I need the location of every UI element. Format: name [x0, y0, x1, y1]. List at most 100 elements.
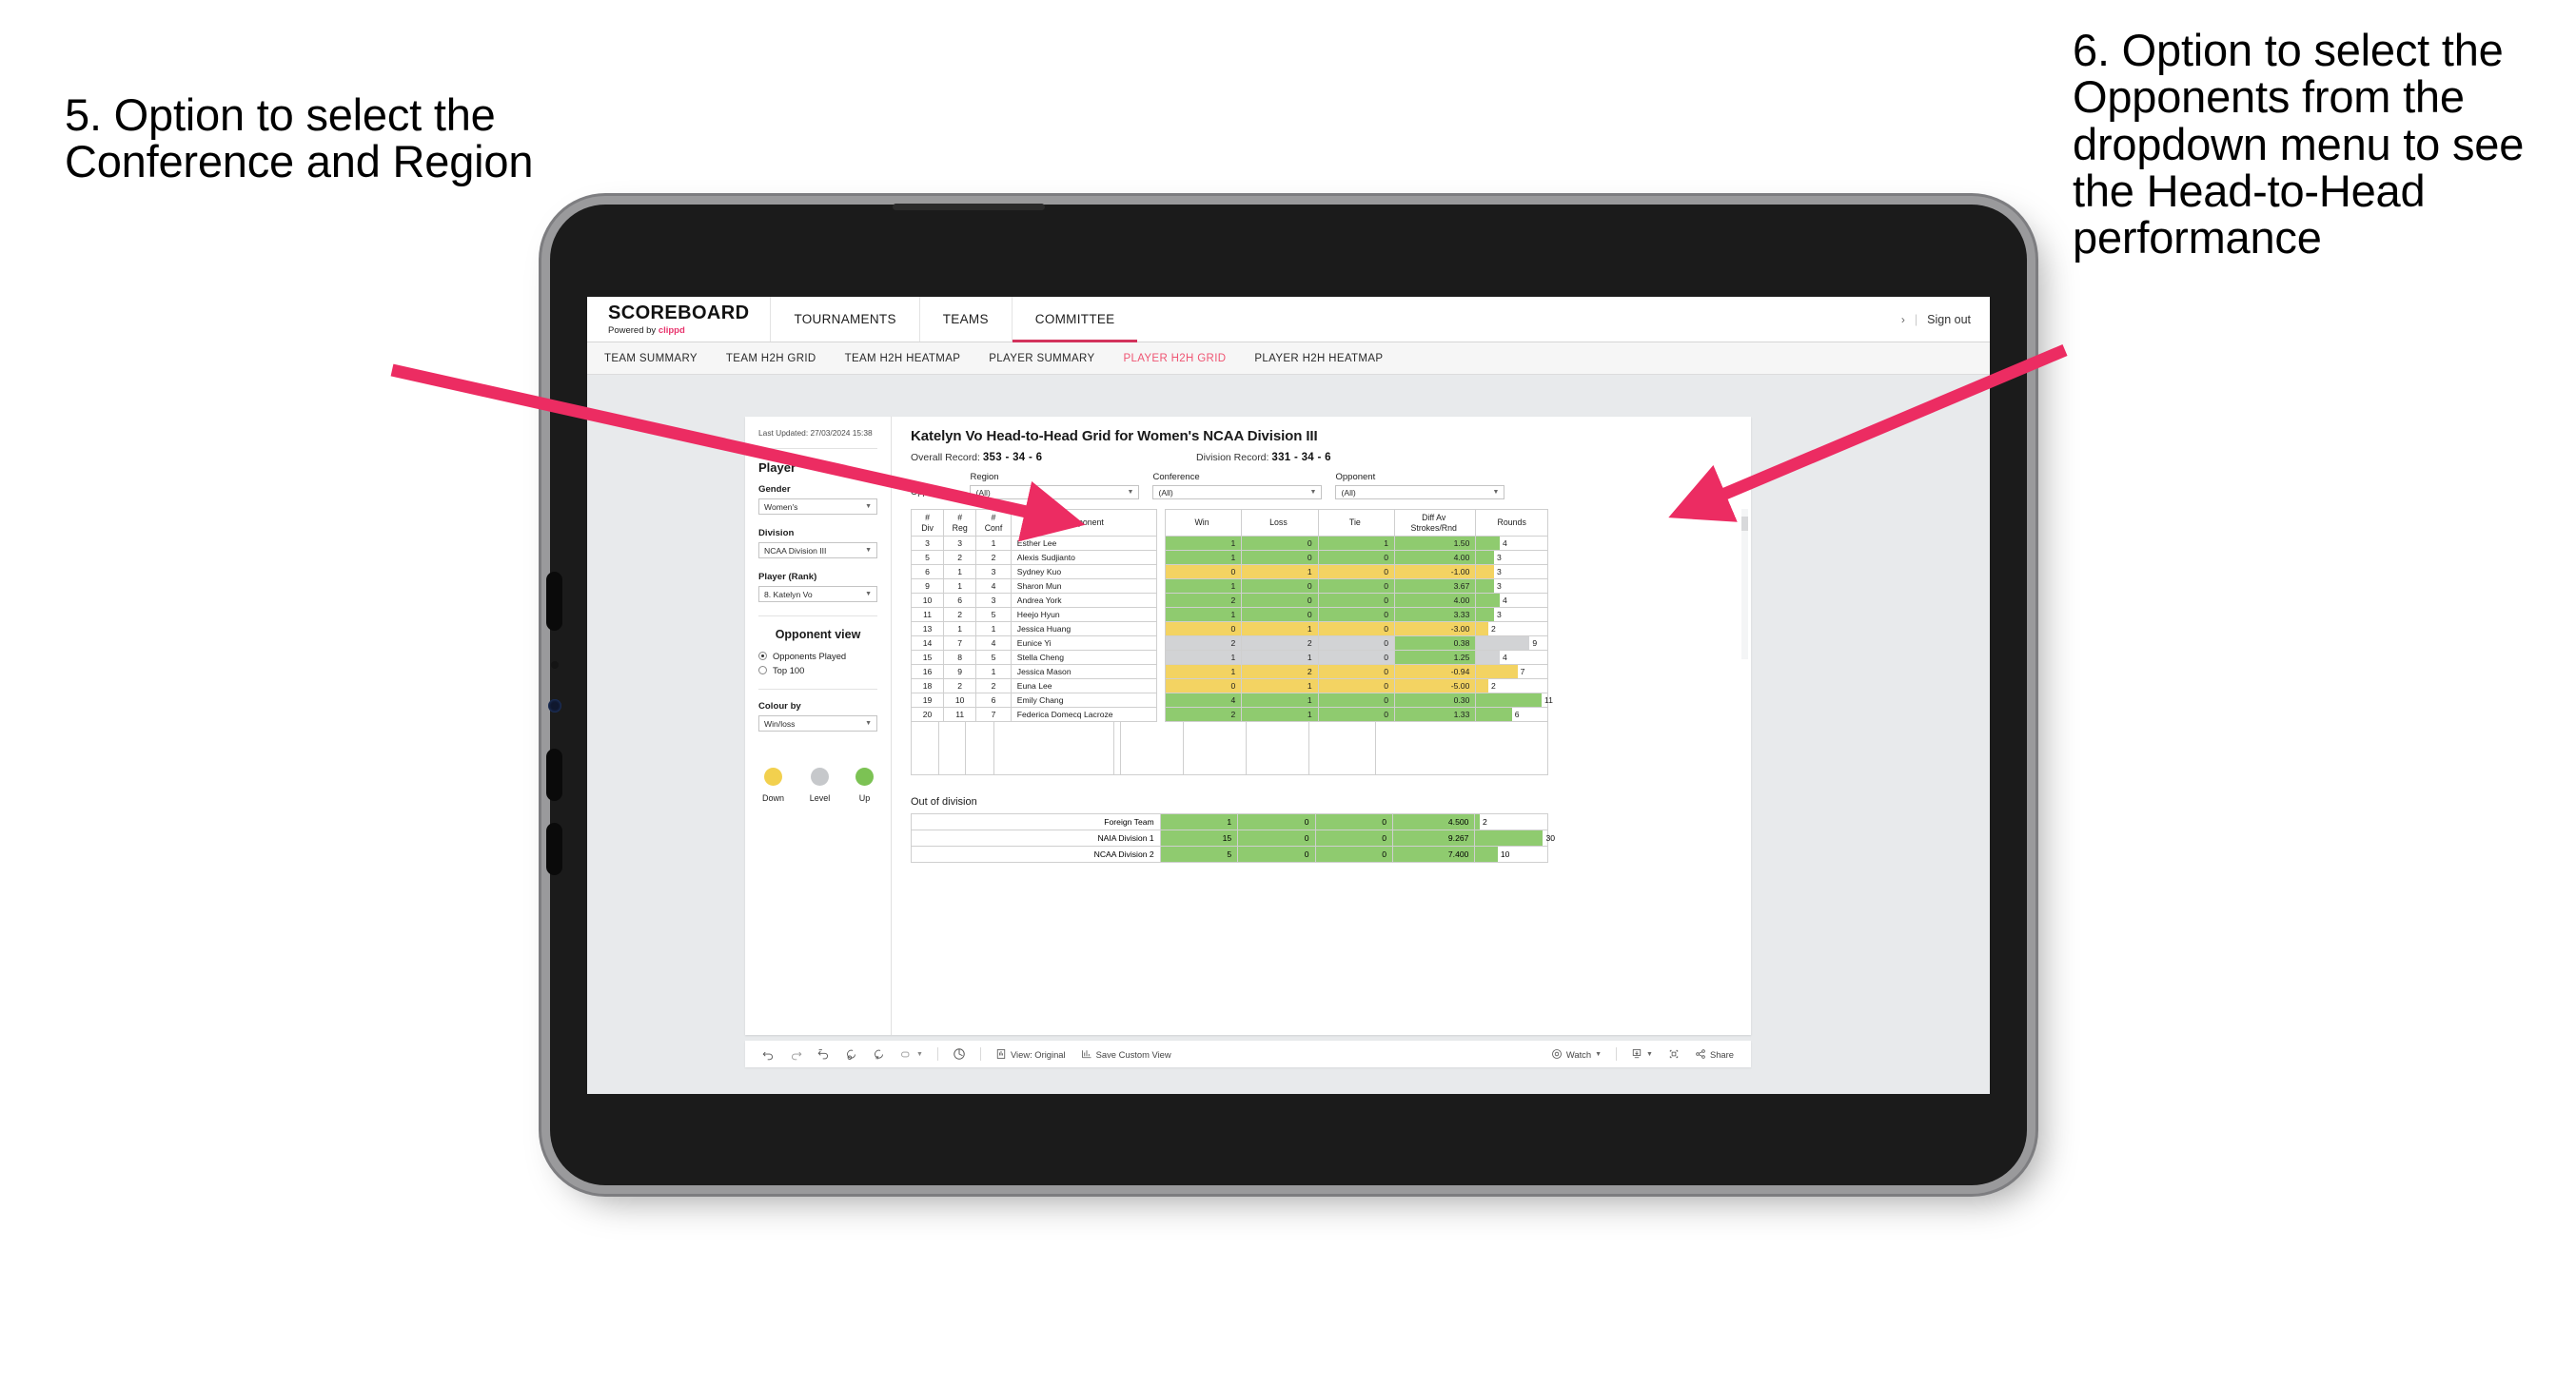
- radio-opponents-played[interactable]: Opponents Played: [758, 651, 877, 661]
- table-row[interactable]: 13 1 1 Jessica Huang 0 1 0 -3.00 2: [910, 621, 1548, 636]
- tab-player-h2h-heatmap[interactable]: PLAYER H2H HEATMAP: [1254, 353, 1383, 364]
- table-row[interactable]: 20 11 7 Federica Domecq Lacroze 2 1 0 1.33 6: [910, 707, 1548, 722]
- cell-conf: 5: [975, 607, 1012, 622]
- cell-rounds-value: 2: [1491, 681, 1496, 691]
- table-row[interactable]: 6 1 3 Sydney Kuo 0 1 0 -1.00 3: [910, 564, 1548, 579]
- cell-gap: [1156, 664, 1166, 679]
- scrollbar-thumb[interactable]: [1741, 517, 1748, 531]
- table-row[interactable]: 16 9 1 Jessica Mason 1 2 0 -0.94 7: [910, 664, 1548, 679]
- table-row[interactable]: NCAA Division 2 5 0 0 7.400 10: [911, 846, 1548, 863]
- cell-win: 2: [1164, 635, 1243, 651]
- cell-conf: 3: [975, 593, 1012, 608]
- brand-logo[interactable]: SCOREBOARD Powered by clippd: [587, 297, 770, 342]
- player-rank-value: 8. Katelyn Vo: [764, 589, 813, 599]
- cell-rounds: 2: [1474, 813, 1548, 830]
- cell-conf: 2: [975, 678, 1012, 693]
- cell-tie: 0: [1317, 564, 1396, 579]
- last-updated-text: Last Updated: 27/03/2024 15:38: [758, 428, 873, 438]
- player-rank-select[interactable]: 8. Katelyn Vo ▼: [758, 586, 877, 603]
- nav-item-committee[interactable]: COMMITTEE: [1011, 297, 1138, 342]
- revert-button[interactable]: [810, 1048, 837, 1061]
- refresh-data-button[interactable]: [837, 1048, 865, 1061]
- table-row[interactable]: 9 1 4 Sharon Mun 1 0 0 3.67 3: [910, 578, 1548, 594]
- chevron-down-icon: ▼: [916, 1050, 923, 1058]
- chevron-right-icon[interactable]: ›: [1901, 313, 1905, 326]
- cell-group-name: NAIA Division 1: [911, 830, 1161, 847]
- save-custom-view-button[interactable]: Save Custom View: [1073, 1048, 1179, 1060]
- undo-dropdown-button[interactable]: ▼: [893, 1048, 931, 1061]
- fullscreen-button[interactable]: [1661, 1048, 1687, 1060]
- cell-tie: 0: [1314, 830, 1394, 847]
- table-scrollbar[interactable]: [1741, 509, 1748, 659]
- out-of-division-body: Foreign Team 1 0 0 4.500 2 NAIA Division 1 15 0 0…: [911, 813, 1555, 863]
- sign-out-link[interactable]: Sign out: [1927, 313, 1971, 326]
- colour-by-select[interactable]: Win/loss ▼: [758, 715, 877, 732]
- cell-rounds-value: 11: [1544, 695, 1553, 705]
- dashboard-canvas: Last Updated: 27/03/2024 15:38 Player Ge…: [587, 375, 1990, 1094]
- nav-item-teams[interactable]: TEAMS: [918, 297, 1012, 342]
- tab-team-h2h-heatmap[interactable]: TEAM H2H HEATMAP: [845, 353, 961, 364]
- chevron-down-icon: ▼: [865, 591, 872, 598]
- show-me-button[interactable]: [945, 1047, 973, 1061]
- table-row[interactable]: 10 6 3 Andrea York 2 0 0 4.00 4: [910, 593, 1548, 608]
- legend-item-level: Level: [810, 768, 830, 803]
- region-filter-select[interactable]: (All) ▼: [970, 485, 1140, 499]
- cell-rounds: 9: [1475, 635, 1548, 651]
- cell-rounds-value: 7: [1520, 667, 1525, 676]
- cell-diff: 1.33: [1394, 707, 1477, 722]
- table-row[interactable]: 15 8 5 Stella Cheng 1 1 0 1.25 4: [910, 650, 1548, 665]
- cell-opponent: Stella Cheng: [1010, 650, 1158, 665]
- table-row[interactable]: Foreign Team 1 0 0 4.500 2: [911, 813, 1548, 830]
- conference-filter-select[interactable]: (All) ▼: [1152, 485, 1323, 499]
- cell-conf: 3: [975, 564, 1012, 579]
- cell-opponent: Sharon Mun: [1010, 578, 1158, 594]
- colour-by-value: Win/loss: [764, 718, 796, 729]
- download-button[interactable]: ▼: [1623, 1048, 1661, 1060]
- redo-button[interactable]: [782, 1048, 810, 1061]
- radio-top-100[interactable]: Top 100: [758, 665, 877, 675]
- cell-diff: -0.94: [1394, 664, 1477, 679]
- cell-loss: 0: [1241, 578, 1319, 594]
- gender-select[interactable]: Women's ▼: [758, 498, 877, 516]
- control-panel: Last Updated: 27/03/2024 15:38 Player Ge…: [745, 417, 892, 1035]
- opponent-filter-value: (All): [1341, 487, 1356, 498]
- cell-loss: 1: [1241, 650, 1319, 665]
- table-row[interactable]: 19 10 6 Emily Chang 4 1 0 0.30 11: [910, 693, 1553, 708]
- cell-conf: 5: [975, 650, 1012, 665]
- division-record-value: 331 - 34 - 6: [1271, 452, 1331, 463]
- cell-rounds-value: 2: [1482, 817, 1487, 827]
- division-select[interactable]: NCAA Division III ▼: [758, 542, 877, 559]
- table-row[interactable]: 3 3 1 Esther Lee 1 0 1 1.50 4: [910, 536, 1548, 551]
- cell-div: 5: [910, 550, 945, 565]
- out-of-division-heading: Out of division: [911, 796, 977, 808]
- cell-div: 3: [910, 536, 945, 551]
- cell-diff: 0.38: [1394, 635, 1477, 651]
- h2h-grid-table: # Div # Reg # Conf Opponent Win Loss Tie D: [910, 509, 1553, 722]
- tab-player-summary[interactable]: PLAYER SUMMARY: [989, 353, 1094, 364]
- share-button[interactable]: Share: [1687, 1048, 1741, 1060]
- table-row[interactable]: NAIA Division 1 15 0 0 9.267 30: [911, 830, 1555, 847]
- cell-win: 1: [1164, 536, 1243, 551]
- watch-button[interactable]: Watch ▼: [1544, 1048, 1609, 1060]
- gender-field: Gender Women's ▼: [758, 484, 877, 516]
- table-row[interactable]: 5 2 2 Alexis Sudjianto 1 0 0 4.00 3: [910, 550, 1548, 565]
- table-row[interactable]: 18 2 2 Euna Lee 0 1 0 -5.00 2: [910, 678, 1548, 693]
- tab-player-h2h-grid[interactable]: PLAYER H2H GRID: [1123, 353, 1226, 364]
- cell-reg: 11: [943, 707, 977, 722]
- nav-item-tournaments[interactable]: TOURNAMENTS: [770, 297, 918, 342]
- pause-updates-button[interactable]: [865, 1048, 893, 1061]
- cell-rounds-value: 3: [1497, 581, 1502, 591]
- th-gap: [1156, 509, 1166, 537]
- undo-button[interactable]: [755, 1048, 782, 1061]
- cell-gap: [1156, 693, 1166, 708]
- cell-reg: 1: [943, 578, 977, 594]
- opponent-filter-select[interactable]: (All) ▼: [1335, 485, 1505, 499]
- cell-gap: [1156, 536, 1166, 551]
- tab-team-summary[interactable]: TEAM SUMMARY: [604, 353, 698, 364]
- view-original-button[interactable]: View: Original: [988, 1048, 1073, 1060]
- cell-diff: -1.00: [1394, 564, 1477, 579]
- tab-team-h2h-grid[interactable]: TEAM H2H GRID: [726, 353, 816, 364]
- camera-icon: [548, 699, 561, 713]
- table-row[interactable]: 14 7 4 Eunice Yi 2 2 0 0.38 9: [910, 635, 1548, 651]
- table-row[interactable]: 11 2 5 Heejo Hyun 1 0 0 3.33 3: [910, 607, 1548, 622]
